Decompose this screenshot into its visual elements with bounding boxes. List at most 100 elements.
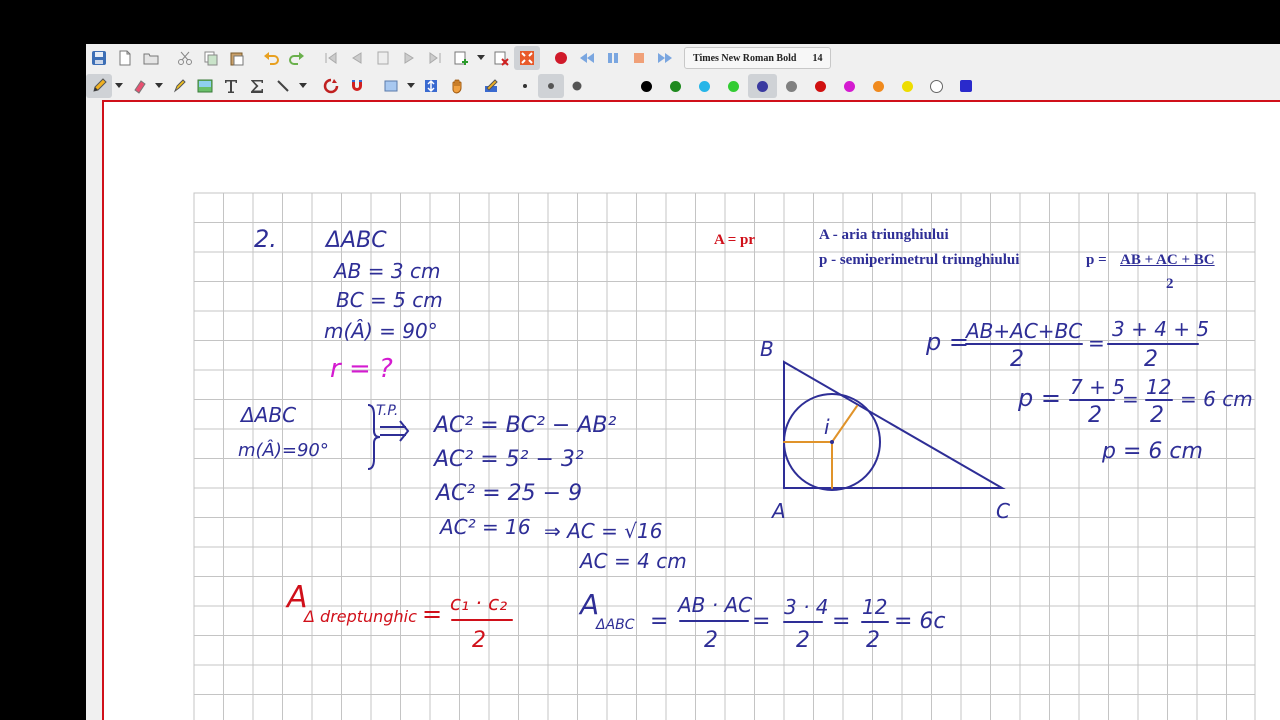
main-toolbar: Times New Roman Bold 14 — [86, 44, 832, 72]
previous-page-icon[interactable] — [344, 46, 370, 70]
last-page-icon[interactable] — [422, 46, 448, 70]
equals-sign: = — [650, 609, 668, 634]
p-line2-num2: 12 — [1146, 375, 1171, 399]
hyp-angle: m(Â)=90° — [238, 439, 329, 461]
step-4b: ⇒ AC = √16 — [544, 519, 662, 543]
color-swatch[interactable] — [864, 74, 893, 98]
color-swatch[interactable] — [690, 74, 719, 98]
image-icon[interactable] — [192, 74, 218, 98]
legend-area-text: A - aria triunghiului — [819, 227, 949, 243]
legend-semiperimeter-text: p - semiperimetrul triunghiului — [819, 252, 1020, 268]
vertex-a-label: A — [770, 499, 786, 523]
font-size[interactable]: 14 — [812, 53, 822, 64]
open-folder-icon[interactable] — [138, 46, 164, 70]
fit-screen-icon[interactable] — [514, 46, 540, 70]
copy-icon[interactable] — [198, 46, 224, 70]
board-drawing[interactable]: 2. ΔABC AB = 3 cm BC = 5 cm m(Â) = 90° r = ? Δ… — [104, 102, 1280, 720]
p-line2-den2: 2 — [1150, 403, 1164, 428]
area-formula-num: c₁ · c₂ — [450, 591, 507, 615]
step-1: AC² = BC² − AB² — [432, 413, 616, 438]
save-icon[interactable] — [86, 46, 112, 70]
color-swatch[interactable] — [835, 74, 864, 98]
given-angle: m(Â) = 90° — [324, 319, 438, 343]
color-swatch[interactable] — [951, 74, 980, 98]
area-abc-num3: 12 — [862, 595, 887, 619]
rewind-icon[interactable] — [574, 46, 600, 70]
thick-stroke-icon[interactable] — [564, 74, 590, 98]
page-icon[interactable] — [370, 46, 396, 70]
sigma-icon[interactable] — [244, 74, 270, 98]
equals-sign: = — [422, 600, 442, 628]
color-swatch[interactable] — [719, 74, 748, 98]
redo-icon[interactable] — [284, 46, 310, 70]
hyp-triangle: ΔABC — [239, 403, 296, 427]
area-abc-den: 2 — [704, 628, 718, 653]
question-r: r = ? — [330, 354, 393, 384]
line-tool-icon[interactable] — [270, 74, 296, 98]
chevron-down-icon[interactable] — [152, 74, 166, 98]
hand-pan-icon[interactable] — [444, 74, 470, 98]
medium-stroke-icon[interactable] — [538, 74, 564, 98]
new-page-icon[interactable] — [112, 46, 138, 70]
p-definition-label: p = — [1086, 252, 1107, 268]
given-ab: AB = 3 cm — [332, 259, 440, 283]
p-line1-num: AB+AC+BC — [964, 319, 1082, 343]
p-line2-num: 7 + 5 — [1070, 375, 1125, 399]
font-selector[interactable]: Times New Roman Bold 14 — [684, 47, 832, 69]
chevron-down-icon[interactable] — [112, 74, 126, 98]
area-abc-den2: 2 — [796, 628, 810, 653]
record-icon[interactable] — [548, 46, 574, 70]
resize-icon[interactable] — [418, 74, 444, 98]
eraser-icon[interactable] — [126, 74, 152, 98]
color-swatch[interactable] — [748, 74, 777, 98]
pause-icon[interactable] — [600, 46, 626, 70]
add-page-icon[interactable] — [448, 46, 474, 70]
magnet-icon[interactable] — [344, 74, 370, 98]
color-picker-icon[interactable] — [598, 74, 624, 98]
whiteboard-app: Times New Roman Bold 14 2. ΔABC AB = 3 c… — [86, 44, 1280, 720]
color-swatch[interactable] — [632, 74, 661, 98]
given-triangle: ΔABC — [324, 228, 387, 253]
paste-icon[interactable] — [224, 46, 250, 70]
next-page-icon[interactable] — [396, 46, 422, 70]
step-2: AC² = 5² − 3² — [432, 447, 584, 472]
delete-page-icon[interactable] — [488, 46, 514, 70]
highlighter-icon[interactable] — [166, 74, 192, 98]
equals-sign: = — [1122, 387, 1139, 411]
rectangle-tool-icon[interactable] — [378, 74, 404, 98]
color-swatch[interactable] — [806, 74, 835, 98]
chevron-down-icon[interactable] — [296, 74, 310, 98]
p-definition-numerator: AB + AC + BC — [1120, 252, 1215, 268]
thin-stroke-icon[interactable] — [512, 74, 538, 98]
p-final: p = 6 cm — [1101, 439, 1203, 464]
color-swatch[interactable] — [661, 74, 690, 98]
color-swatch[interactable] — [893, 74, 922, 98]
color-swatch[interactable] — [922, 74, 951, 98]
pencil-icon[interactable] — [86, 74, 112, 98]
step-5: AC = 4 cm — [578, 549, 687, 573]
first-page-icon[interactable] — [318, 46, 344, 70]
undo-icon[interactable] — [258, 46, 284, 70]
color-palette — [632, 74, 980, 98]
incenter-point — [830, 440, 834, 444]
area-formula-sub: Δ dreptunghic — [302, 607, 417, 626]
cut-icon[interactable] — [172, 46, 198, 70]
problem-number: 2. — [254, 225, 277, 253]
formula-area-text: A = pr — [714, 232, 756, 248]
rotate-icon[interactable] — [318, 74, 344, 98]
text-tool-icon[interactable] — [218, 74, 244, 98]
chevron-down-icon[interactable] — [474, 46, 488, 70]
stop-icon[interactable] — [626, 46, 652, 70]
pen-style-icon[interactable] — [478, 74, 504, 98]
drawing-canvas[interactable]: 2. ΔABC AB = 3 cm BC = 5 cm m(Â) = 90° r = ? Δ… — [102, 100, 1280, 720]
color-swatch[interactable] — [777, 74, 806, 98]
p-definition-denominator: 2 — [1166, 276, 1174, 292]
area-abc-num: AB · AC — [676, 593, 752, 617]
chevron-down-icon[interactable] — [404, 74, 418, 98]
p-line1-den2: 2 — [1144, 347, 1158, 372]
equals-sign: = — [832, 609, 850, 634]
fast-forward-icon[interactable] — [652, 46, 678, 70]
font-name[interactable]: Times New Roman Bold — [693, 53, 796, 64]
equals-sign: = — [1088, 331, 1105, 355]
p-line1-num2: 3 + 4 + 5 — [1112, 317, 1209, 341]
